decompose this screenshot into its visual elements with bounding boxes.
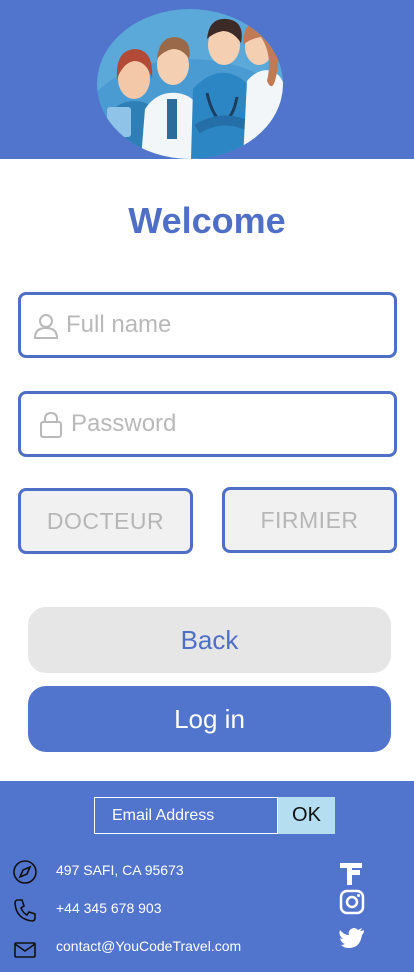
full-name-placeholder: Full name <box>66 311 172 338</box>
mail-icon <box>14 942 36 958</box>
password-field[interactable]: Password <box>18 391 397 457</box>
role-firmier-button[interactable]: FIRMIER <box>222 487 397 553</box>
header-banner <box>0 0 414 159</box>
footer: Email Address OK 497 SAFI, CA 95673 +44 … <box>0 781 414 972</box>
facebook-icon[interactable] <box>336 857 366 887</box>
footer-email: contact@YouCodeTravel.com <box>56 938 242 954</box>
newsletter-email-input[interactable]: Email Address <box>94 797 278 834</box>
footer-phone: +44 345 678 903 <box>56 900 162 916</box>
user-icon <box>33 314 59 339</box>
compass-icon <box>13 860 37 884</box>
login-button[interactable]: Log in <box>28 686 391 752</box>
welcome-title: Welcome <box>128 200 286 241</box>
newsletter-ok-button[interactable]: OK <box>278 797 335 834</box>
doctors-illustration <box>97 9 283 159</box>
instagram-icon[interactable] <box>338 888 366 916</box>
back-button[interactable]: Back <box>28 607 391 673</box>
footer-address: 497 SAFI, CA 95673 <box>56 862 184 878</box>
phone-icon <box>14 899 36 922</box>
lock-icon <box>40 412 62 438</box>
twitter-icon[interactable] <box>338 924 366 952</box>
full-name-field[interactable]: Full name <box>18 292 397 358</box>
password-placeholder: Password <box>71 410 177 437</box>
role-docteur-button[interactable]: DOCTEUR <box>18 488 193 554</box>
